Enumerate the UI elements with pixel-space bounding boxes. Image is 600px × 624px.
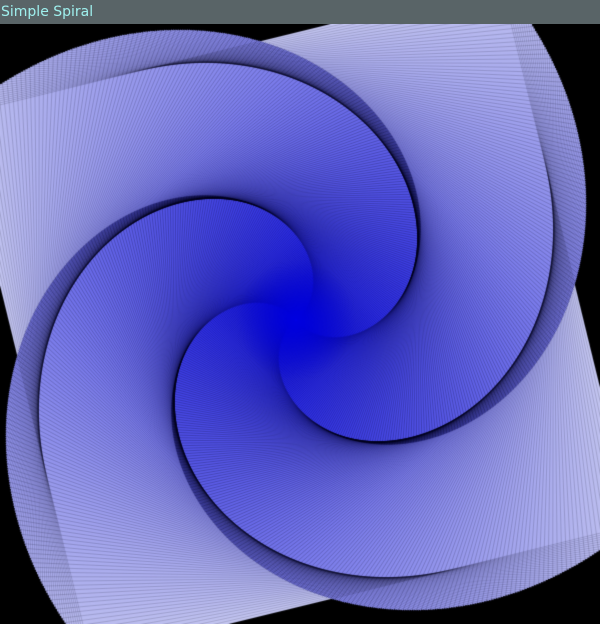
title-bar[interactable]: Simple Spiral: [0, 0, 600, 24]
window-title: Simple Spiral: [1, 4, 94, 20]
app-window: Simple Spiral: [0, 0, 600, 624]
drawing-canvas-area: [0, 24, 600, 624]
spiral-graphic: [0, 24, 600, 624]
